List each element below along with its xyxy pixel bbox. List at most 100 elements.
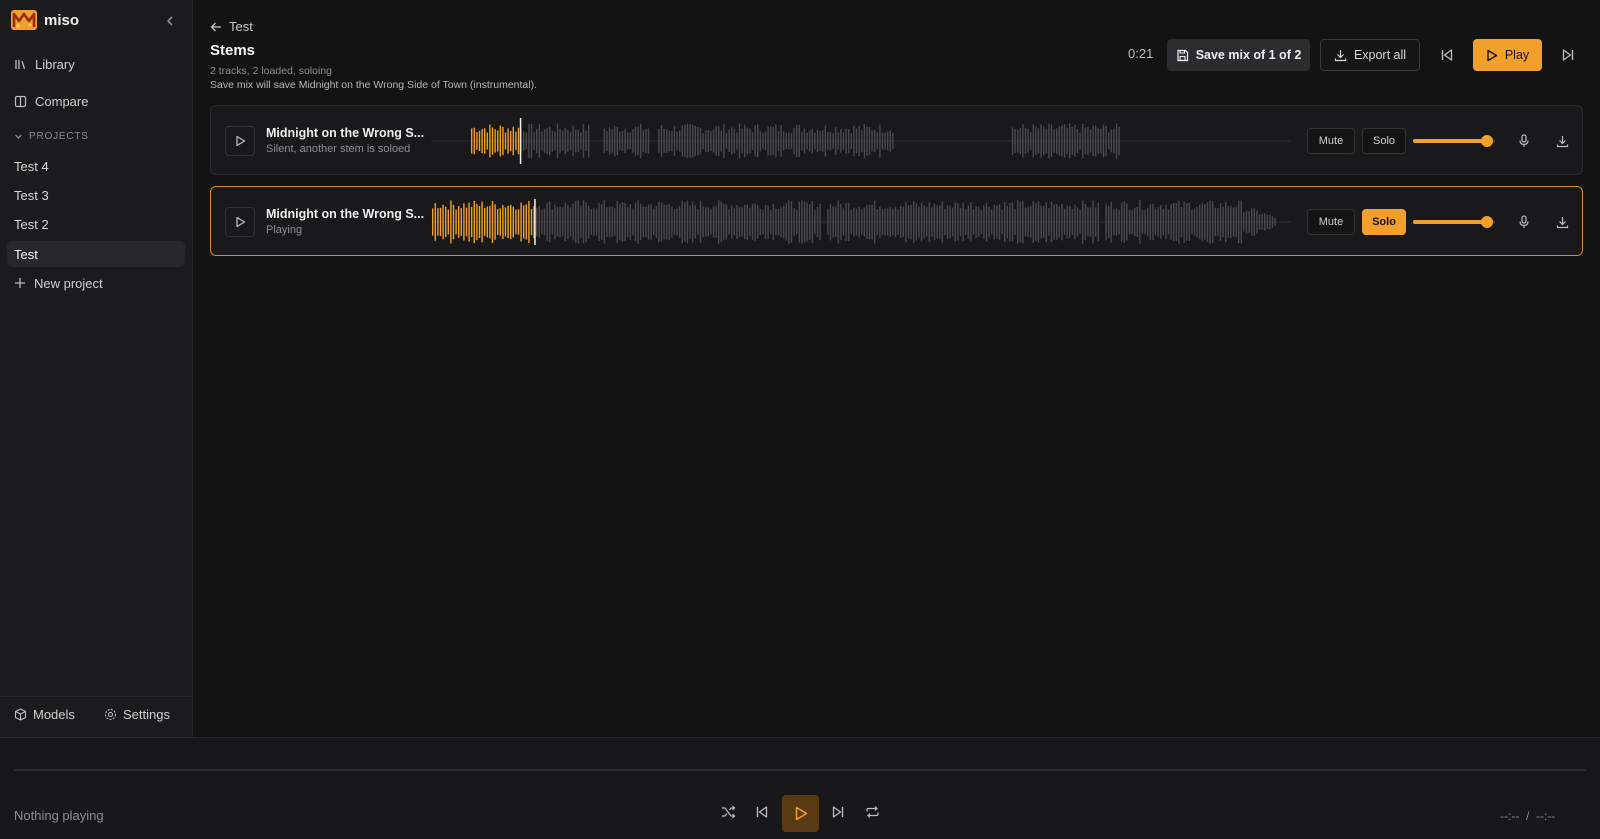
waveform-bar	[983, 205, 985, 239]
save-mix-button[interactable]: Save mix of 1 of 2	[1167, 39, 1310, 71]
waveform-bar	[551, 130, 553, 152]
waveform-bar	[1004, 202, 1006, 242]
volume-slider[interactable]	[1413, 216, 1495, 228]
waveform-bar	[611, 129, 613, 153]
project-item[interactable]: Test 3	[7, 182, 185, 208]
waveform-bar	[996, 205, 998, 239]
waveform-bar	[772, 203, 774, 241]
volume-knob[interactable]	[1480, 135, 1493, 147]
waveform-bar	[515, 131, 517, 151]
collapse-sidebar-button[interactable]	[162, 13, 178, 29]
track-download-button[interactable]	[1551, 130, 1573, 152]
project-item[interactable]: Test 2	[7, 211, 185, 237]
waveform-bar	[575, 129, 577, 153]
brand[interactable]: miso	[10, 8, 79, 32]
volume-knob[interactable]	[1480, 216, 1493, 228]
nav-library[interactable]: Library	[8, 51, 185, 77]
waveform-bar	[476, 132, 478, 150]
waveform-bar	[1074, 125, 1076, 157]
new-project-button[interactable]: New project	[8, 270, 185, 296]
waveform-bar	[679, 130, 681, 152]
waveform-bar	[1043, 126, 1045, 156]
waveform-bar	[562, 207, 564, 237]
waveform-bar	[754, 203, 756, 241]
waveform-bar	[907, 205, 910, 239]
export-all-button[interactable]: Export all	[1320, 39, 1420, 71]
waveform-bar	[432, 208, 434, 236]
waveform-bar	[593, 207, 595, 237]
track-mic-button[interactable]	[1513, 130, 1535, 152]
waveform-bar	[684, 124, 686, 158]
waveform-bar	[1238, 200, 1240, 244]
mute-button[interactable]: Mute	[1307, 128, 1355, 154]
nav-compare[interactable]: Compare	[8, 88, 185, 114]
waveform-bar	[1212, 201, 1214, 243]
models-button[interactable]: Models	[14, 707, 75, 722]
waveform-bar	[1131, 209, 1133, 235]
waveform-bar	[606, 207, 608, 237]
waveform-bar	[523, 205, 525, 239]
settings-button[interactable]: Settings	[104, 707, 170, 722]
waveform-bar	[827, 209, 829, 235]
waveform-bar	[1082, 123, 1084, 159]
solo-button[interactable]: Solo	[1362, 209, 1406, 235]
waveform-bar	[894, 206, 897, 238]
waveform-bar	[564, 202, 566, 242]
play-button[interactable]: Play	[1473, 39, 1542, 71]
skip-forward-button[interactable]	[1556, 43, 1580, 67]
waveform-bar	[855, 208, 858, 236]
waveform-bar	[853, 125, 855, 157]
back-link[interactable]: Test	[210, 19, 253, 34]
waveform-bar	[770, 209, 772, 235]
save-icon	[1177, 49, 1188, 61]
play-label: Play	[1504, 48, 1530, 62]
solo-button[interactable]: Solo	[1362, 128, 1406, 154]
waveform-bar	[486, 132, 488, 150]
waveform-bar	[1253, 208, 1255, 236]
waveform-bar	[1154, 208, 1157, 236]
waveform-bar	[933, 203, 936, 241]
shuffle-button[interactable]	[716, 800, 740, 824]
waveform-bar	[1264, 213, 1266, 231]
player-progress-bar[interactable]	[14, 769, 1586, 771]
waveform-bar	[471, 206, 473, 238]
waveform-bar	[458, 206, 460, 238]
chevron-down-icon	[15, 134, 22, 139]
track-play-button[interactable]	[225, 126, 255, 156]
mute-button[interactable]: Mute	[1307, 209, 1355, 235]
waveform-bar	[850, 209, 852, 235]
track-download-button[interactable]	[1551, 211, 1573, 233]
waveform-bar	[660, 125, 663, 157]
waveform-bar	[879, 206, 881, 238]
waveform-bar	[957, 203, 959, 241]
volume-slider[interactable]	[1413, 135, 1495, 147]
previous-track-button[interactable]	[750, 800, 774, 824]
waveform-bar	[959, 207, 962, 237]
track-play-button[interactable]	[225, 207, 255, 237]
waveform-bar	[764, 131, 767, 151]
waveform-bar	[936, 205, 938, 239]
player-play-button[interactable]	[782, 795, 819, 832]
waveform-bar	[478, 206, 481, 238]
waveform-bar	[1201, 202, 1203, 242]
track-waveform[interactable]	[431, 116, 1291, 166]
waveform-bar	[939, 205, 941, 239]
waveform-bar	[702, 206, 704, 238]
skip-back-button[interactable]	[1435, 43, 1459, 67]
waveform-bar	[715, 126, 717, 156]
waveform-bar	[767, 126, 769, 156]
project-item-active[interactable]: Test	[7, 241, 185, 267]
waveform-bar	[902, 206, 904, 238]
next-track-button[interactable]	[826, 800, 850, 824]
waveform-bar	[811, 200, 813, 244]
waveform-bar	[530, 123, 533, 159]
waveform-bar	[1123, 201, 1125, 243]
waveform-bar	[801, 200, 803, 244]
track-mic-button[interactable]	[1513, 211, 1535, 233]
repeat-button[interactable]	[860, 800, 884, 824]
projects-section-toggle[interactable]: PROJECTS	[14, 131, 89, 142]
waveform-bar	[915, 203, 917, 241]
waveform-bar	[546, 202, 548, 242]
track-waveform[interactable]	[431, 197, 1291, 247]
project-item[interactable]: Test 4	[7, 153, 185, 179]
